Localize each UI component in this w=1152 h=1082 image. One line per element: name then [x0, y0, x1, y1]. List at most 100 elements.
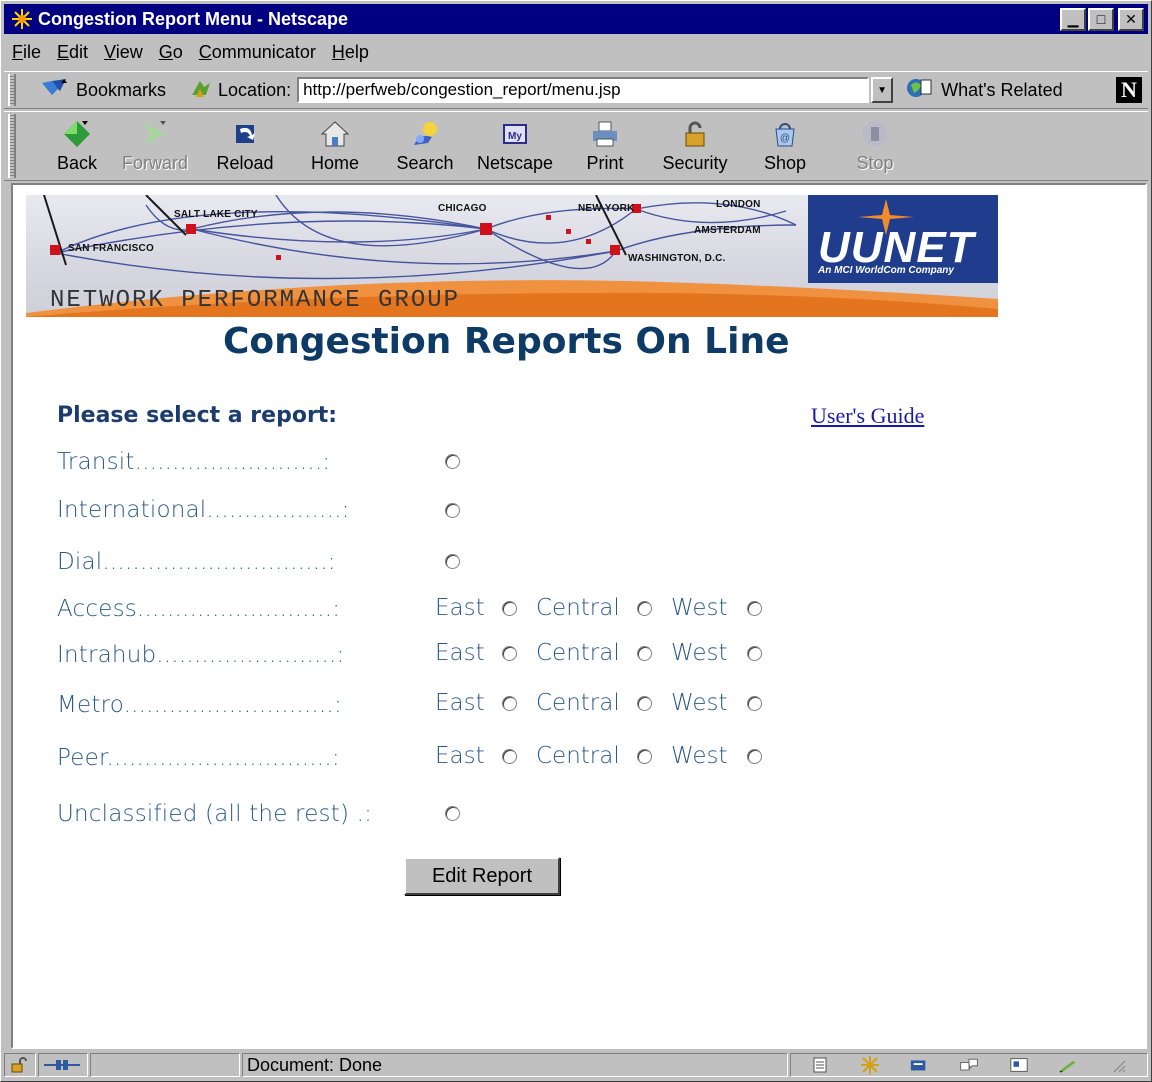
menu-edit[interactable]: Edit [49, 42, 96, 63]
composer-icon[interactable] [1058, 1056, 1078, 1074]
netscape-logo[interactable]: N [1114, 75, 1144, 105]
window-title: Congestion Report Menu - Netscape [38, 8, 349, 29]
city-label: WASHINGTON, D.C. [628, 253, 726, 264]
dial-radio[interactable] [445, 554, 460, 569]
newsgroups-icon[interactable] [959, 1056, 979, 1074]
security-status[interactable] [4, 1053, 36, 1077]
forward-arrow-icon [138, 118, 172, 150]
home-button[interactable]: Home [290, 112, 380, 180]
metro-central-radio[interactable] [637, 696, 652, 711]
print-button[interactable]: Print [560, 112, 650, 180]
netscape-app-icon[interactable] [10, 7, 34, 31]
bookmarks-button[interactable]: Bookmarks [40, 77, 166, 104]
back-arrow-icon [60, 118, 94, 150]
navigator-icon[interactable] [860, 1056, 880, 1074]
shop-label: Shop [763, 153, 807, 173]
peer-central-radio[interactable] [637, 749, 652, 764]
region-label-west: West [671, 743, 728, 769]
connection-status[interactable] [38, 1053, 88, 1077]
page-viewport[interactable]: SALT LAKE CITY SAN FRANCISCO CHICAGO NEW… [11, 183, 1147, 1049]
stop-label: Stop [856, 153, 894, 173]
maximize-button[interactable]: □ [1088, 7, 1114, 31]
users-guide-link[interactable]: User's Guide [811, 403, 924, 429]
peer-west-radio[interactable] [747, 749, 762, 764]
address-book-icon[interactable] [1009, 1056, 1029, 1074]
toolbar-grip[interactable] [8, 114, 16, 178]
international-radio[interactable] [445, 503, 460, 518]
status-text-cell: Document: Done [242, 1053, 788, 1077]
report-label-dial: Dial..............................: [57, 549, 336, 575]
group-name: NETWORK PERFORMANCE GROUP [50, 287, 461, 314]
report-label-international: International..................: [57, 497, 350, 523]
home-label: Home [310, 153, 359, 173]
region-label-central: Central [536, 595, 620, 621]
intrahub-east-radio[interactable] [502, 646, 517, 661]
progress-meter [90, 1053, 240, 1077]
home-icon [318, 118, 352, 150]
whats-related-button[interactable]: What's Related [905, 76, 1063, 105]
report-label-peer: Peer..............................: [57, 745, 340, 771]
forward-button[interactable]: Forward [110, 112, 200, 180]
stop-button[interactable]: Stop [830, 112, 920, 180]
close-button[interactable]: ✕ [1118, 7, 1144, 31]
netscape-label: Netscape [476, 153, 554, 173]
region-label-central: Central [536, 690, 620, 716]
menu-help[interactable]: Help [324, 42, 377, 63]
location-icon[interactable] [190, 77, 212, 104]
shop-icon: @ [768, 118, 802, 150]
report-label-intrahub: Intrahub........................: [57, 642, 345, 668]
location-label-group: Location: [190, 77, 291, 104]
whats-related-label: What's Related [941, 79, 1063, 100]
edit-report-button[interactable]: Edit Report [404, 857, 560, 895]
minimize-icon: ▁ [1067, 10, 1079, 27]
uunet-logo[interactable]: UUNET An MCI WorldCom Company [808, 195, 998, 283]
metro-east-radio[interactable] [502, 696, 517, 711]
city-label: NEW YORK [578, 203, 635, 214]
access-east-radio[interactable] [502, 601, 517, 616]
peer-east-radio[interactable] [502, 749, 517, 764]
transit-radio[interactable] [445, 454, 460, 469]
access-central-radio[interactable] [637, 601, 652, 616]
intrahub-west-radio[interactable] [747, 646, 762, 661]
shop-button[interactable]: @ Shop [740, 112, 830, 180]
search-icon [408, 118, 442, 150]
title-bar[interactable]: Congestion Report Menu - Netscape ▁ □ ✕ [4, 4, 1148, 34]
region-label-west: West [671, 640, 728, 666]
svg-text:@: @ [780, 133, 790, 144]
print-label: Print [586, 153, 624, 173]
menu-view[interactable]: View [96, 42, 151, 63]
toolbar-grip[interactable] [8, 74, 16, 106]
page-icon[interactable] [810, 1056, 830, 1074]
menu-communicator[interactable]: Communicator [191, 42, 324, 63]
bookmarks-label: Bookmarks [76, 79, 167, 100]
search-label: Search [396, 153, 454, 173]
menu-go[interactable]: Go [151, 42, 191, 63]
metro-west-radio[interactable] [747, 696, 762, 711]
security-label: Security [662, 153, 728, 173]
city-label: LONDON [716, 199, 761, 210]
mail-icon[interactable] [909, 1056, 929, 1074]
region-label-east: East [435, 595, 485, 621]
minimize-button[interactable]: ▁ [1060, 7, 1086, 31]
region-label-central: Central [536, 743, 620, 769]
url-input[interactable] [297, 77, 870, 103]
page-title: Congestion Reports On Line [223, 321, 790, 362]
resize-grip-icon[interactable] [1108, 1056, 1128, 1074]
window-controls: ▁ □ ✕ [1060, 7, 1144, 31]
reload-button[interactable]: Reload [200, 112, 290, 180]
chevron-down-icon: ▼ [877, 84, 888, 96]
close-icon: ✕ [1125, 10, 1137, 27]
intrahub-central-radio[interactable] [637, 646, 652, 661]
access-west-radio[interactable] [747, 601, 762, 616]
report-label-metro: Metro............................: [57, 692, 342, 718]
unclassified-radio[interactable] [445, 806, 460, 821]
navigation-toolbar: Back Forward Reload Home Search My Netsc… [4, 111, 1148, 181]
netscape-button[interactable]: My Netscape [470, 112, 560, 180]
reload-label: Reload [216, 153, 274, 173]
back-label: Back [56, 153, 98, 173]
menu-file[interactable]: File [4, 42, 49, 63]
back-button[interactable]: Back [44, 112, 110, 180]
search-button[interactable]: Search [380, 112, 470, 180]
security-button[interactable]: Security [650, 112, 740, 180]
url-history-dropdown[interactable]: ▼ [871, 77, 894, 103]
